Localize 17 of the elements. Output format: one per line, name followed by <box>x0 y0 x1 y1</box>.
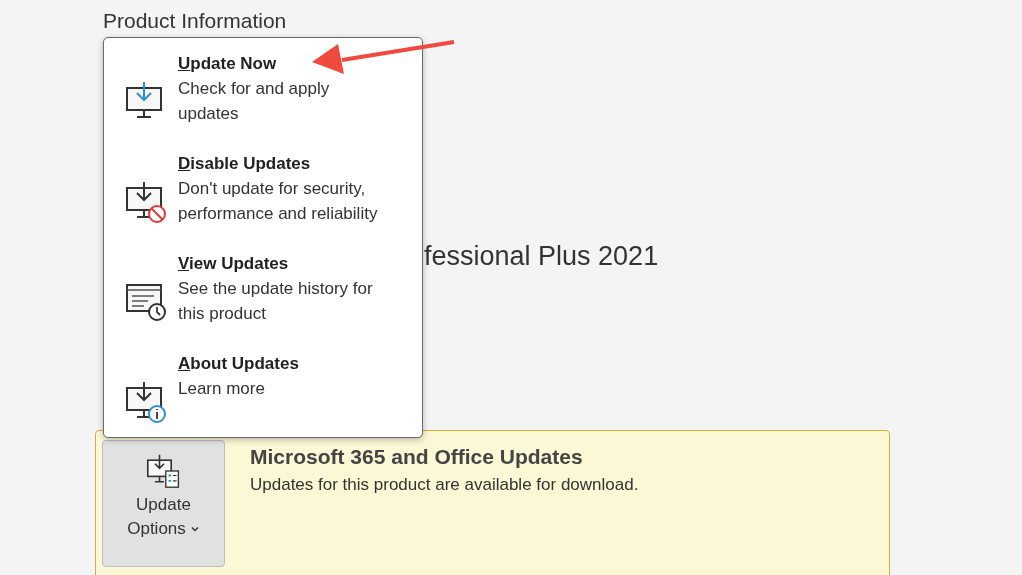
menu-item-description: Learn more <box>178 378 266 400</box>
menu-item-description: See the update history for this product <box>178 278 373 325</box>
blocked-download-icon <box>124 179 168 223</box>
update-options-icon <box>145 453 182 489</box>
caret-icon <box>189 524 200 534</box>
menu-item-title[interactable]: View Updates <box>178 251 289 276</box>
menu-item-description: Check for and apply updates <box>178 78 330 125</box>
card-title: Microsoft 365 and Office Updates <box>250 444 584 470</box>
product-name: fessional Plus 2021 <box>424 240 660 272</box>
menu-item-title[interactable]: About Updates <box>178 351 299 376</box>
card-description: Updates for this product are available for download. <box>250 475 639 495</box>
menu-item-title[interactable]: Update Now <box>178 51 277 76</box>
info-download-icon <box>124 379 168 423</box>
menu-item-title[interactable]: Disable Updates <box>178 151 311 176</box>
section-heading: Product Information <box>102 8 288 33</box>
update-options-button[interactable]: Update Options <box>102 440 225 567</box>
menu-item-description: Don't update for security, performance and reliability <box>178 178 378 225</box>
